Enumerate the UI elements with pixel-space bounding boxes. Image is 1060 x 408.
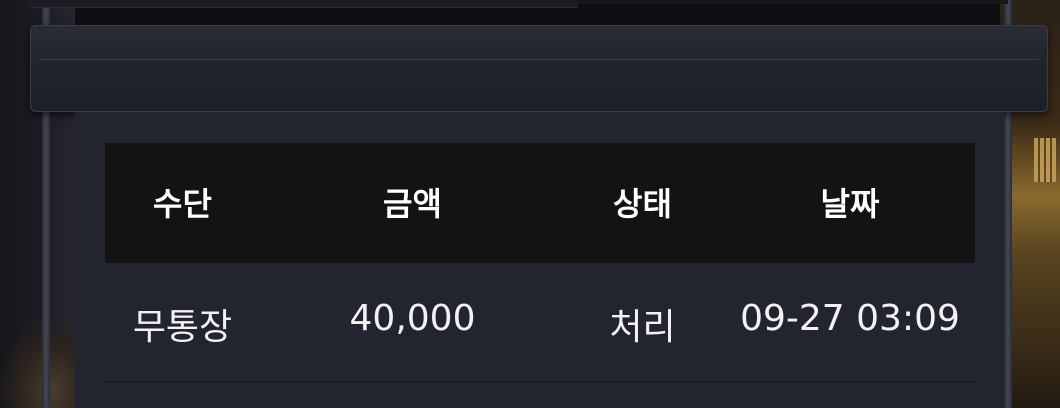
background-figure [0, 320, 75, 408]
header-date: 날짜 [820, 185, 880, 223]
cell-date: 09-27 03:09 [740, 298, 960, 339]
header-status: 상태 [613, 185, 672, 223]
header-amount: 금액 [383, 185, 442, 223]
top-strip-secondary [578, 0, 1008, 4]
background-window [1034, 138, 1056, 182]
screen: 수단 금액 상태 날짜 무통장 40,000 처리 09-27 03:09 [0, 0, 1060, 408]
transaction-table: 수단 금액 상태 날짜 무통장 40,000 처리 09-27 03:09 [105, 143, 975, 383]
table-header: 수단 금액 상태 날짜 [105, 143, 975, 263]
table-row: 무통장 40,000 처리 09-27 03:09 [105, 263, 975, 381]
cell-amount: 40,000 [349, 298, 476, 339]
row-divider [105, 381, 975, 383]
header-bar [30, 25, 1048, 112]
header-method: 수단 [153, 185, 212, 223]
cell-method: 무통장 [132, 307, 233, 348]
cell-status: 처리 [609, 307, 676, 348]
top-strip [30, 0, 578, 8]
